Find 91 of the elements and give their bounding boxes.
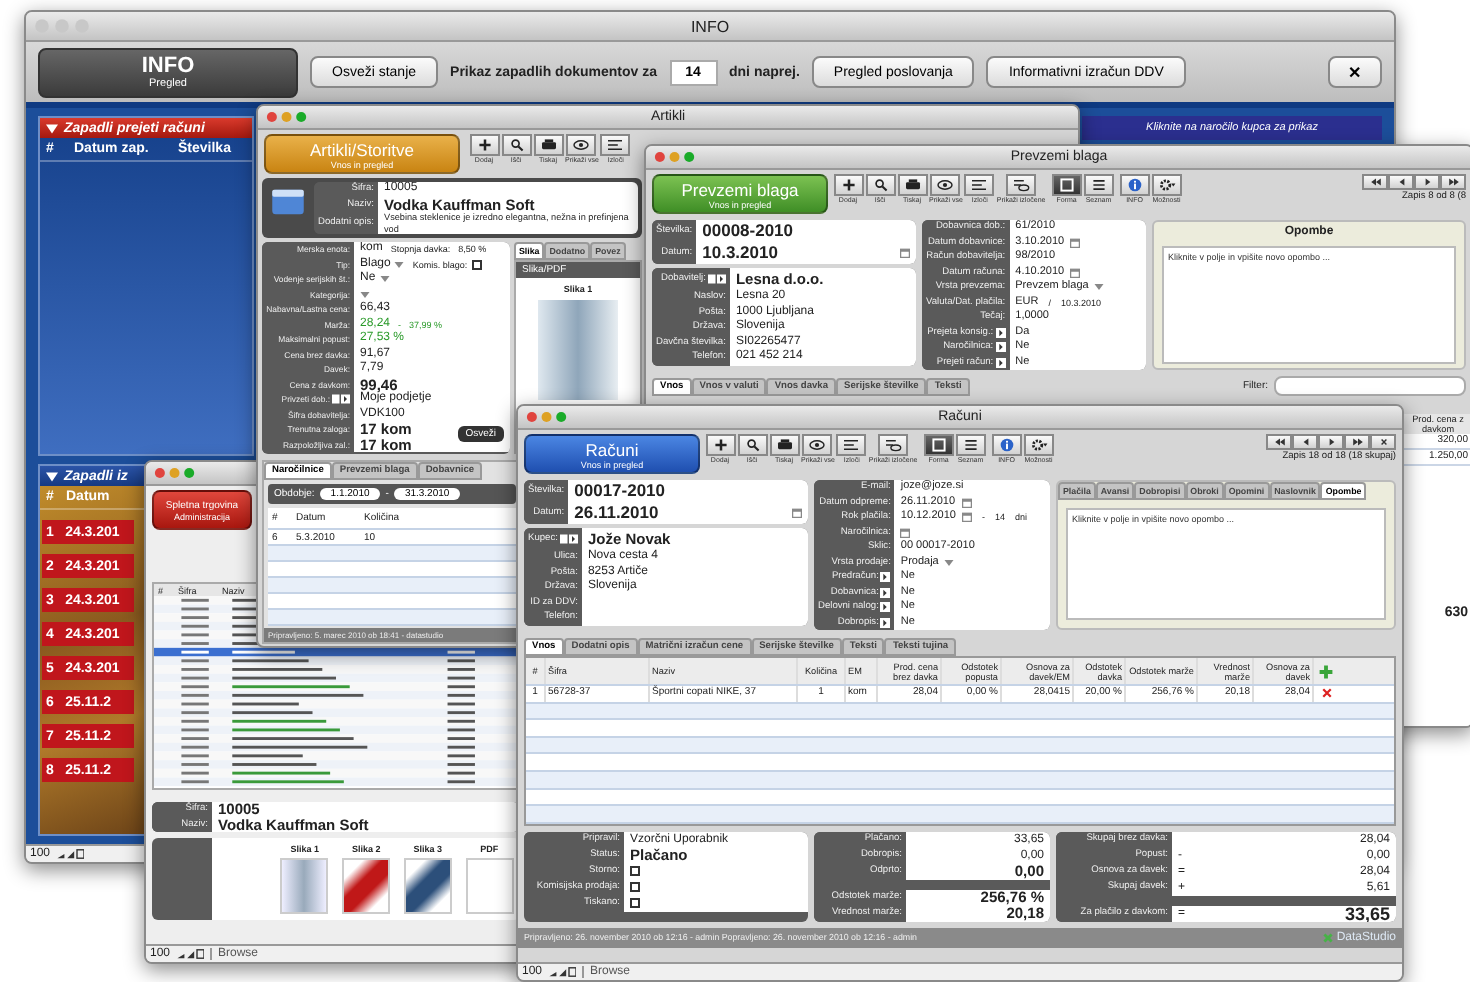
delete-icon[interactable] — [1321, 688, 1331, 699]
first-icon — [1273, 438, 1285, 446]
list-icon — [1089, 178, 1108, 192]
next-icon — [1325, 438, 1337, 446]
close-icon — [1377, 438, 1389, 446]
printer-icon — [903, 178, 921, 192]
field-value: 10.3.2010 — [702, 242, 778, 264]
photo-placeholder — [538, 300, 618, 400]
search-icon — [507, 138, 525, 152]
eye-lines-icon — [884, 438, 903, 452]
printer-icon — [775, 438, 793, 452]
lines-icon — [842, 438, 861, 452]
caret-icon — [46, 123, 58, 133]
card-icon — [270, 188, 306, 216]
search-icon — [743, 438, 761, 452]
navigation-button[interactable] — [1318, 434, 1344, 450]
lines-icon — [606, 138, 625, 152]
caret-icon — [46, 471, 58, 481]
lookup-icon[interactable] — [880, 602, 891, 613]
info-icon — [1125, 178, 1144, 192]
plus-icon — [475, 138, 493, 152]
navigation-button[interactable] — [1344, 434, 1370, 450]
search-icon — [871, 178, 889, 192]
lookup-icon[interactable] — [332, 394, 350, 405]
navigation-button[interactable] — [1362, 174, 1388, 190]
lookup-icon[interactable] — [880, 617, 891, 628]
eye-icon — [572, 138, 591, 152]
last-icon — [1447, 178, 1459, 186]
zoom-icon[interactable] — [548, 966, 577, 978]
dropdown-caret-icon[interactable] — [1094, 284, 1105, 291]
window-controls-icon[interactable] — [654, 150, 698, 164]
calendar-icon[interactable] — [792, 508, 802, 518]
square-icon — [1057, 178, 1076, 192]
zoom-icon[interactable] — [56, 848, 85, 860]
input-field[interactable]: 26.11.2010 — [568, 502, 808, 524]
calendar-icon[interactable] — [1070, 267, 1081, 278]
previous-icon — [1299, 438, 1311, 446]
lookup-icon[interactable] — [707, 274, 726, 284]
navigation-button[interactable] — [1414, 174, 1440, 190]
field-value: 00008-2010 — [702, 220, 794, 242]
next-icon — [1421, 178, 1433, 186]
lines-icon — [970, 178, 989, 192]
lookup-icon[interactable] — [880, 587, 891, 598]
photo-placeholder — [403, 858, 452, 914]
window-controls-icon[interactable] — [154, 466, 198, 480]
window-controls-icon[interactable] — [526, 410, 570, 424]
plus-icon — [711, 438, 729, 452]
calendar-icon[interactable] — [900, 248, 910, 258]
plus-icon — [839, 178, 857, 192]
window-title: INFO — [690, 17, 730, 35]
navigation-button[interactable] — [1292, 434, 1318, 450]
checkbox[interactable] — [630, 866, 640, 877]
lookup-icon[interactable] — [995, 342, 1006, 353]
add-row-icon[interactable] — [1318, 663, 1334, 679]
navigation-button[interactable] — [1440, 174, 1466, 190]
settings-icon — [1029, 438, 1048, 452]
checkbox[interactable] — [630, 898, 640, 909]
checkbox[interactable] — [630, 882, 640, 893]
photo-placeholder — [280, 858, 329, 914]
photo-placeholder — [342, 858, 391, 914]
last-icon — [1351, 438, 1363, 446]
navigation-button[interactable] — [1266, 434, 1292, 450]
close-button[interactable]: ✕ — [1328, 56, 1382, 88]
list-icon — [961, 438, 980, 452]
settings-icon — [1157, 178, 1176, 192]
printer-icon — [539, 138, 557, 152]
filter-field[interactable] — [1274, 376, 1466, 396]
window-controls-icon[interactable] — [266, 110, 310, 124]
previous-icon — [1395, 178, 1407, 186]
calendar-icon[interactable] — [1070, 237, 1081, 248]
input-field[interactable]: 00017-2010 — [568, 480, 808, 502]
eye-lines-icon — [1012, 178, 1031, 192]
square-icon — [929, 438, 948, 452]
calendar-icon[interactable] — [900, 527, 911, 538]
eye-icon — [808, 438, 827, 452]
lookup-icon[interactable] — [880, 572, 891, 583]
lookup-icon[interactable] — [995, 327, 1006, 338]
field-value: 26.11.2010 — [574, 502, 659, 524]
field-value: 00017-2010 — [574, 480, 666, 502]
dropdown-caret-icon[interactable] — [944, 559, 955, 566]
checkbox[interactable] — [471, 259, 482, 270]
input-field[interactable]: 00008-2010 — [696, 220, 916, 242]
cross-icon — [1322, 931, 1335, 944]
first-icon — [1369, 178, 1381, 186]
info-icon — [997, 438, 1016, 452]
zoom-icon[interactable] — [176, 948, 205, 960]
navigation-button[interactable] — [1388, 174, 1414, 190]
eye-icon — [936, 178, 955, 192]
input-field[interactable]: 10.3.2010 — [696, 242, 916, 264]
lookup-icon[interactable] — [995, 357, 1006, 368]
lookup-icon[interactable] — [559, 534, 578, 544]
